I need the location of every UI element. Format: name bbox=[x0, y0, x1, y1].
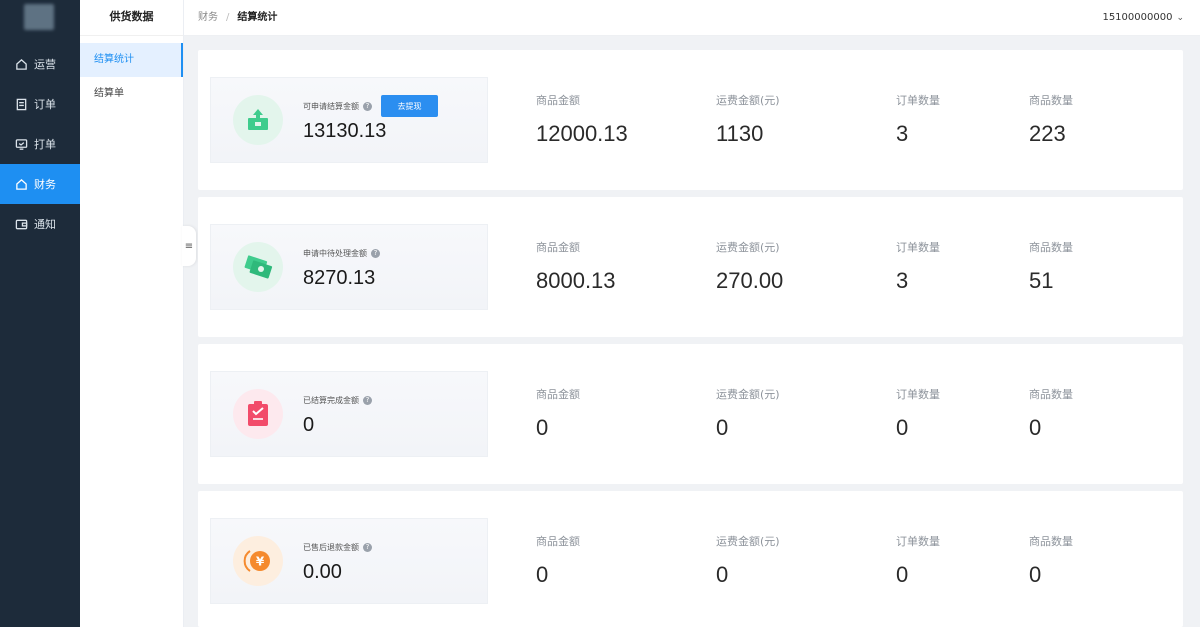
nav-item-notice[interactable]: 通知 bbox=[0, 204, 80, 244]
summary-amount: 0 bbox=[303, 414, 315, 436]
summary-label: 可申请结算金额? bbox=[303, 101, 372, 112]
nav-item-label: 财务 bbox=[34, 178, 56, 191]
sub-item-settlement-stats[interactable]: 结算统计 bbox=[80, 43, 183, 77]
stat-card-settled: 已结算完成金额? 0 商品金额 0 运费金额(元) 0 订单数量 0 商品数量 0 bbox=[198, 344, 1183, 484]
nav-item-finance[interactable]: 财务 bbox=[0, 164, 80, 204]
nav-item-orders[interactable]: 订单 bbox=[0, 84, 80, 124]
svg-text:¥: ¥ bbox=[256, 555, 265, 569]
stat-goods-amount: 商品金额 0 bbox=[536, 388, 580, 440]
withdraw-button[interactable]: 去提现 bbox=[381, 95, 438, 117]
stat-shipping-amount: 运费金额(元) 1130 bbox=[716, 94, 780, 146]
chevron-down-icon: ⌄ bbox=[1176, 13, 1184, 23]
stat-goods-amount: 商品金额 0 bbox=[536, 535, 580, 587]
sub-sidebar-title: 供货数据 bbox=[80, 0, 183, 36]
home-icon bbox=[16, 178, 27, 190]
nav-item-label: 打单 bbox=[34, 138, 56, 151]
yen-coin-icon: ¥ bbox=[233, 536, 283, 586]
stat-order-count: 订单数量 3 bbox=[896, 241, 940, 293]
menu-icon: ≡ bbox=[184, 240, 194, 252]
stat-goods-count: 商品数量 223 bbox=[1029, 94, 1073, 146]
stat-order-count: 订单数量 0 bbox=[896, 388, 940, 440]
home-icon bbox=[16, 58, 27, 70]
user-phone: 15100000000 bbox=[1102, 12, 1173, 23]
money-bill-icon bbox=[233, 242, 283, 292]
help-icon[interactable]: ? bbox=[363, 102, 372, 111]
stat-order-count: 订单数量 3 bbox=[896, 94, 940, 146]
breadcrumb: 财务 / 结算统计 bbox=[198, 0, 277, 36]
stat-goods-count: 商品数量 51 bbox=[1029, 241, 1073, 293]
stat-card-refunded: ¥ 已售后退款金额? 0.00 商品金额 0 运费金额(元) 0 订单数量 0 商品数… bbox=[198, 491, 1183, 627]
stat-order-count: 订单数量 0 bbox=[896, 535, 940, 587]
nav-item-operations[interactable]: 运营 bbox=[0, 44, 80, 84]
help-icon[interactable]: ? bbox=[371, 249, 380, 258]
wallet-icon bbox=[15, 219, 28, 229]
nav-item-label: 订单 bbox=[34, 98, 56, 111]
nav-item-label: 运营 bbox=[34, 58, 56, 71]
collapse-sidebar-handle[interactable]: ≡ bbox=[182, 226, 196, 266]
breadcrumb-item-finance[interactable]: 财务 bbox=[198, 12, 218, 23]
stat-goods-count: 商品数量 0 bbox=[1029, 535, 1073, 587]
help-icon[interactable]: ? bbox=[363, 396, 372, 405]
stat-shipping-amount: 运费金额(元) 0 bbox=[716, 388, 780, 440]
stat-shipping-amount: 运费金额(元) 0 bbox=[716, 535, 780, 587]
stat-goods-count: 商品数量 0 bbox=[1029, 388, 1073, 440]
summary-panel: 已结算完成金额? 0 bbox=[210, 371, 488, 457]
summary-panel: 申请中待处理金额? 8270.13 bbox=[210, 224, 488, 310]
stat-goods-amount: 商品金额 12000.13 bbox=[536, 94, 628, 146]
summary-label: 已售后退款金额? bbox=[303, 542, 372, 553]
summary-amount: 0.00 bbox=[303, 561, 342, 583]
summary-label: 已结算完成金额? bbox=[303, 395, 372, 406]
help-icon[interactable]: ? bbox=[363, 543, 372, 552]
sub-item-settlement-list[interactable]: 结算单 bbox=[80, 77, 183, 111]
logo bbox=[24, 4, 54, 30]
document-icon bbox=[16, 98, 27, 110]
summary-amount: 13130.13 bbox=[303, 120, 387, 142]
stat-goods-amount: 商品金额 8000.13 bbox=[536, 241, 616, 293]
summary-panel: 可申请结算金额? 去提现 13130.13 bbox=[210, 77, 488, 163]
nav-item-print[interactable]: 打单 bbox=[0, 124, 80, 164]
sub-sidebar: 供货数据 结算统计 结算单 bbox=[80, 0, 184, 627]
breadcrumb-item-current: 结算统计 bbox=[237, 12, 278, 23]
upload-box-icon bbox=[233, 95, 283, 145]
main-nav: 运营 订单 打单 财务 通知 bbox=[0, 0, 80, 627]
printer-icon bbox=[15, 138, 28, 150]
stat-card-withdrawable: 可申请结算金额? 去提现 13130.13 商品金额 12000.13 运费金额(… bbox=[198, 50, 1183, 190]
top-header: 财务 / 结算统计 15100000000 ⌄ bbox=[184, 0, 1200, 36]
clipboard-check-icon bbox=[233, 389, 283, 439]
stat-card-pending: 申请中待处理金额? 8270.13 商品金额 8000.13 运费金额(元) 270… bbox=[198, 197, 1183, 337]
breadcrumb-separator: / bbox=[226, 12, 230, 23]
summary-amount: 8270.13 bbox=[303, 267, 376, 289]
user-menu[interactable]: 15100000000 ⌄ bbox=[1102, 0, 1184, 36]
summary-label: 申请中待处理金额? bbox=[303, 248, 380, 259]
nav-item-label: 通知 bbox=[34, 218, 56, 231]
stat-shipping-amount: 运费金额(元) 270.00 bbox=[716, 241, 784, 293]
summary-panel: ¥ 已售后退款金额? 0.00 bbox=[210, 518, 488, 604]
